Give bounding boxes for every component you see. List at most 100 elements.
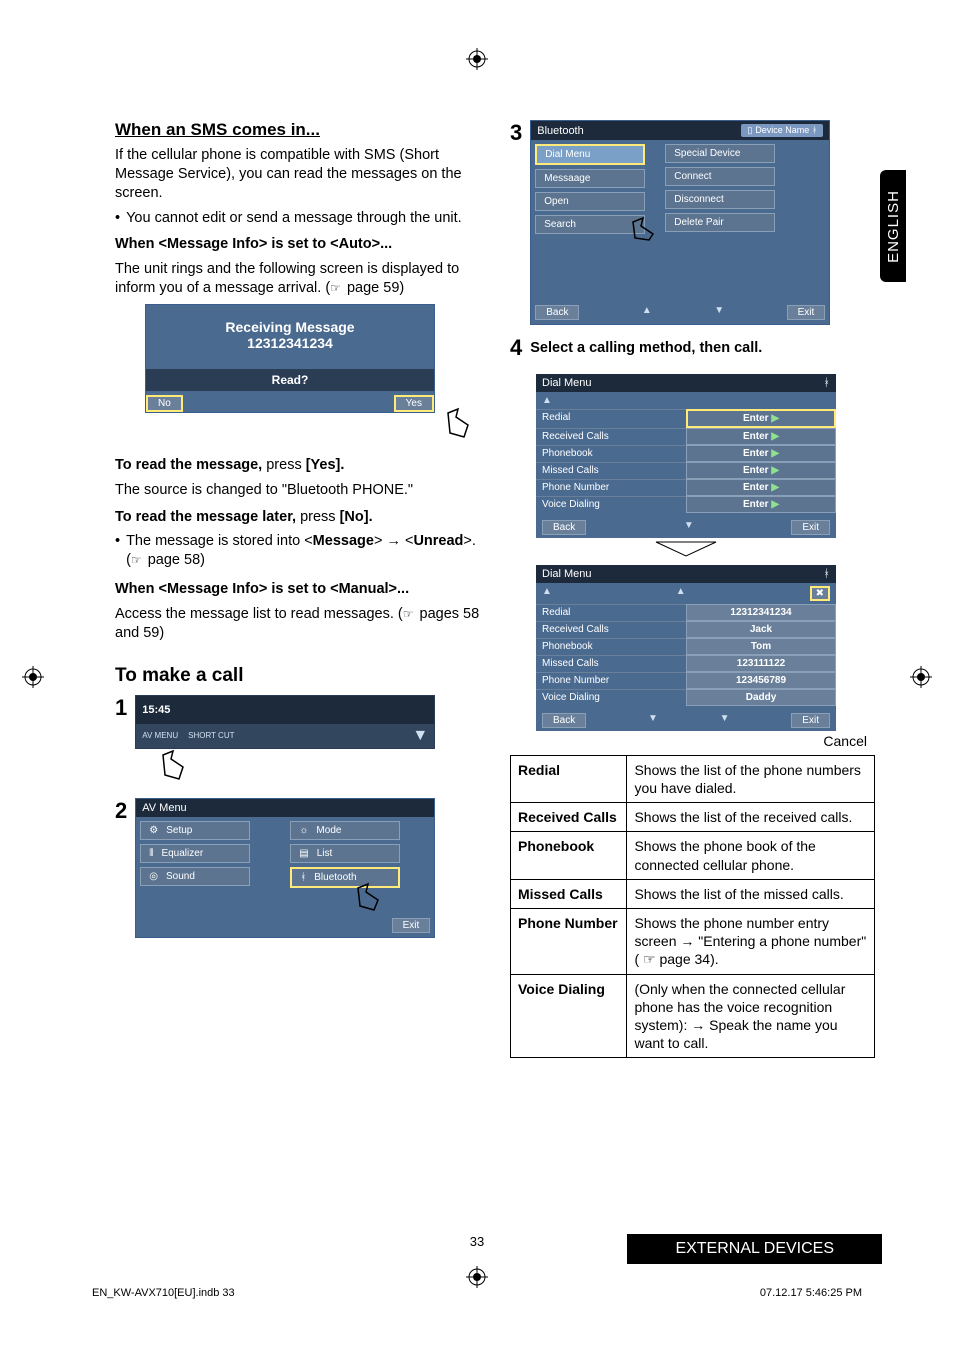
value-cell[interactable]: Daddy [686,689,836,706]
enter-button[interactable]: Enter ▶ [686,428,836,445]
dial-method-table: RedialShows the list of the phone number… [510,755,875,1058]
menu-item-open[interactable]: Open [535,192,645,211]
menu-item-disconnect[interactable]: Disconnect [665,190,775,209]
language-tab: ENGLISH [880,170,906,282]
chevron-up-icon[interactable]: ▲ [542,395,552,406]
reference-icon [403,605,416,624]
enter-button[interactable]: Enter ▶ [686,445,836,462]
value-cell[interactable]: Tom [686,638,836,655]
table-row: Missed CallsShows the list of the missed… [511,879,875,908]
table-row: PhonebookShows the phone book of the con… [511,832,875,879]
step-number: 1 [115,695,127,721]
value-cell[interactable]: 12312341234 [686,604,836,621]
heading-make-call: To make a call [115,665,480,687]
bluetooth-icon: ᚼ [823,568,830,580]
av-menu-button[interactable]: AV MENU [142,731,178,740]
paragraph: Access the message list to read messages… [115,605,480,643]
registration-mark-icon [466,1266,488,1288]
enter-button[interactable]: Enter ▶ [686,496,836,513]
cancel-label: Cancel [510,733,875,749]
exit-button[interactable]: Exit [392,918,431,933]
meta-filename: EN_KW-AVX710[EU].indb 33 [92,1287,235,1299]
figure-step-1: 1 15:45 AV MENU SHORT CUT ▼ [115,695,480,788]
chevron-down-icon[interactable]: ▼ [684,520,694,535]
menu-item-list[interactable]: List [290,844,400,863]
table-row: RedialShows the list of the phone number… [511,755,875,802]
down-arrow-icon [536,538,836,560]
list-item[interactable]: Received Calls [536,428,686,445]
registration-mark-icon [910,666,932,688]
list-item[interactable]: Received Calls [536,621,686,638]
list-item[interactable]: Phone Number [536,672,686,689]
menu-item-delete-pair[interactable]: Delete Pair [665,213,775,232]
list-item[interactable]: Missed Calls [536,655,686,672]
paragraph: The unit rings and the following screen … [115,260,480,298]
enter-button[interactable]: Enter ▶ [686,462,836,479]
back-button[interactable]: Back [542,520,586,535]
enter-button[interactable]: Enter ▶ [686,479,836,496]
menu-item-setup[interactable]: Setup [140,821,250,840]
step-4-heading: 4 Select a calling method, then call. [510,335,875,364]
menu-item-search[interactable]: Search [535,215,645,234]
back-button[interactable]: Back [542,713,586,728]
list-item[interactable]: Voice Dialing [536,689,686,706]
reference-icon [131,551,144,570]
back-button[interactable]: Back [535,305,579,320]
table-row: Received CallsShows the list of the rece… [511,803,875,832]
chevron-up-icon[interactable]: ▲ [542,586,552,601]
value-cell[interactable]: 123111122 [686,655,836,672]
menu-item-equalizer[interactable]: Equalizer [140,844,250,863]
list-item[interactable]: Redial [536,409,686,428]
subheading: When <Message Info> is set to <Manual>..… [115,580,480,599]
subheading: When <Message Info> is set to <Auto>... [115,235,480,254]
section-bar: EXTERNAL DEVICES [627,1234,882,1264]
arrow-right-icon: → [386,533,401,549]
exit-button[interactable]: Exit [791,520,830,535]
bluetooth-icon: ᚼ [812,125,817,135]
chevron-up-icon[interactable]: ▲ [642,305,652,320]
screen-title: AV Menu [142,802,186,814]
chevron-right-icon: ▶ [771,413,779,424]
table-row: Phone Number Shows the phone number entr… [511,908,875,974]
chevron-up-icon[interactable]: ▲ [676,586,686,601]
ui-time: 15:45 [142,704,170,716]
list-item[interactable]: Missed Calls [536,462,686,479]
chevron-down-icon[interactable]: ▼ [648,713,658,728]
yes-button[interactable]: Yes [394,395,434,412]
enter-button[interactable]: Enter ▶ [686,409,836,428]
exit-button[interactable]: Exit [787,305,826,320]
menu-item-message[interactable]: Messaage [535,169,645,188]
hand-pointer-icon [155,749,195,783]
screen-title: Bluetooth [537,125,583,137]
shortcut-button[interactable]: SHORT CUT [188,731,234,740]
menu-item-dial-menu[interactable]: Dial Menu [535,144,645,165]
chevron-down-icon[interactable]: ▼ [412,727,428,745]
menu-item-connect[interactable]: Connect [665,167,775,186]
screen-title: Dial Menu [542,568,592,580]
screen-title: Dial Menu [542,377,592,389]
value-cell[interactable]: Jack [686,621,836,638]
step-number: 3 [510,120,522,146]
step-number: 2 [115,798,127,824]
menu-item-sound[interactable]: Sound [140,867,250,886]
list-item[interactable]: Redial [536,604,686,621]
list-item[interactable]: Phone Number [536,479,686,496]
no-button[interactable]: No [146,395,183,412]
menu-item-mode[interactable]: Mode [290,821,400,840]
menu-item-special-device[interactable]: Special Device [665,144,775,163]
ui-text: 12312341234 [146,335,434,351]
chevron-down-icon[interactable]: ▼ [714,305,724,320]
list-item[interactable]: Phonebook [536,445,686,462]
ui-text: Read? [146,369,434,391]
meta-timestamp: 07.12.17 5:46:25 PM [760,1287,862,1299]
exit-button[interactable]: Exit [791,713,830,728]
step-number: 4 [510,335,522,361]
list-item[interactable]: Voice Dialing [536,496,686,513]
chevron-down-icon[interactable]: ▼ [720,713,730,728]
value-cell[interactable]: 123456789 [686,672,836,689]
table-row: Voice Dialing(Only when the connected ce… [511,974,875,1058]
close-button[interactable]: ✖ [810,586,830,601]
paragraph: If the cellular phone is compatible with… [115,146,480,203]
hand-pointer-icon [440,407,480,441]
list-item[interactable]: Phonebook [536,638,686,655]
